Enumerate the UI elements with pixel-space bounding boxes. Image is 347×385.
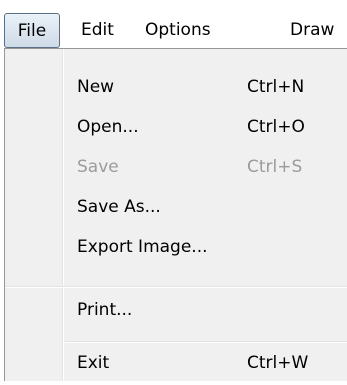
- menu-separator: [5, 286, 347, 288]
- menu-item-save-as[interactable]: Save As...: [5, 189, 347, 229]
- menu-item-label: Open...: [77, 117, 139, 137]
- menu-item-label: Exit: [77, 353, 110, 373]
- menu-separator: [65, 341, 347, 343]
- menu-item-new[interactable]: New Ctrl+N: [5, 69, 347, 109]
- menu-item-print[interactable]: Print...: [5, 292, 347, 332]
- menu-item-shortcut: Ctrl+N: [247, 77, 305, 97]
- menu-item-shortcut: Ctrl+W: [247, 353, 309, 373]
- menu-item-exit[interactable]: Exit Ctrl+W: [5, 345, 347, 385]
- menu-options[interactable]: Options: [145, 13, 211, 48]
- file-dropdown-menu: New Ctrl+N Open... Ctrl+O Save Ctrl+S Sa…: [4, 48, 347, 381]
- menu-item-label: New: [77, 77, 115, 97]
- menu-item-label: Save: [77, 157, 119, 177]
- menu-item-export-image[interactable]: Export Image...: [5, 229, 347, 269]
- menu-item-label: Print...: [77, 300, 133, 320]
- menu-item-shortcut: Ctrl+O: [247, 117, 305, 137]
- menu-item-save: Save Ctrl+S: [5, 149, 347, 189]
- menu-item-open[interactable]: Open... Ctrl+O: [5, 109, 347, 149]
- menu-draw[interactable]: Draw: [290, 13, 334, 48]
- menu-item-label: Export Image...: [77, 237, 208, 257]
- menu-file[interactable]: File: [4, 13, 60, 48]
- menu-item-shortcut: Ctrl+S: [247, 157, 303, 177]
- menu-item-label: Save As...: [77, 197, 161, 217]
- menu-edit[interactable]: Edit: [81, 13, 114, 48]
